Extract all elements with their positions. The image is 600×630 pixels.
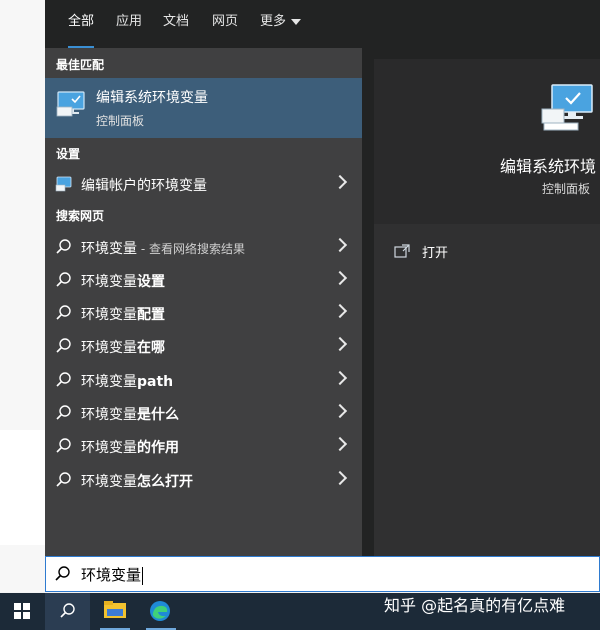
search-input[interactable]: 环境变量 <box>45 556 600 592</box>
web-item-suffix: 在哪 <box>137 340 165 356</box>
web-item-suffix: 配置 <box>137 307 165 323</box>
settings-item-label: 编辑帐户的环境变量 <box>81 178 207 194</box>
results-list: 最佳匹配 编辑系统环境变量 控制面板 设置 编辑帐户的环境变量 搜索网页 环境变… <box>45 48 362 556</box>
search-input-value: 环境变量 <box>81 564 144 585</box>
best-match-item[interactable]: 编辑系统环境变量 控制面板 <box>45 78 362 138</box>
search-icon <box>55 238 73 256</box>
chevron-down-icon <box>291 18 302 25</box>
watermark-text: 知乎 @起名真的有亿点难 <box>384 596 566 615</box>
detail-subtitle: 控制面板 <box>542 182 591 196</box>
windows-logo-icon <box>14 603 30 619</box>
web-item[interactable]: 环境变量path <box>45 363 362 396</box>
edge-browser-button[interactable] <box>138 593 183 630</box>
best-match-title: 编辑系统环境变量 <box>96 90 208 106</box>
taskbar: 知乎 @起名真的有亿点难 <box>0 593 600 630</box>
web-item-suffix: 怎么打开 <box>137 474 193 490</box>
detail-pane: 编辑系统环境 控制面板 打开 <box>374 59 600 556</box>
web-item-query: 环境变量 <box>81 374 137 390</box>
search-icon <box>55 371 73 389</box>
web-item-query: 环境变量 <box>81 340 137 356</box>
web-item[interactable]: 环境变量 - 查看网络搜索结果 <box>45 230 362 263</box>
detail-title: 编辑系统环境 <box>500 157 597 176</box>
web-item[interactable]: 环境变量的作用 <box>45 429 362 462</box>
search-tabs: 全部 应用 文档 网页 更多 <box>45 0 600 49</box>
web-item-query: 环境变量 <box>81 440 137 456</box>
chevron-right-icon <box>332 370 348 386</box>
open-icon <box>394 243 410 262</box>
search-icon <box>55 271 73 289</box>
web-item-suffix: 设置 <box>137 274 165 290</box>
web-item-hint: - 查看网络搜索结果 <box>137 242 245 256</box>
chevron-right-icon <box>332 436 348 452</box>
search-panel: 全部 应用 文档 网页 更多 最佳匹配 编辑系统环境变量 控制面板 设置 编辑帐… <box>45 0 600 556</box>
web-item-suffix: 是什么 <box>137 407 179 423</box>
web-item-query: 环境变量 <box>81 274 137 290</box>
monitor-settings-icon <box>55 175 73 193</box>
background-window-white-area <box>0 430 45 545</box>
tab-web[interactable]: 网页 <box>212 0 238 46</box>
chevron-right-icon <box>332 270 348 286</box>
search-input-text: 环境变量 <box>81 566 142 584</box>
web-item-query: 环境变量 <box>81 407 137 423</box>
file-explorer-button[interactable] <box>92 593 137 630</box>
open-label: 打开 <box>422 246 449 261</box>
tab-apps[interactable]: 应用 <box>116 0 142 46</box>
web-item-query: 环境变量 <box>81 307 137 323</box>
web-item-query: 环境变量 <box>81 241 137 257</box>
search-icon <box>55 471 73 489</box>
web-item-label: 环境变量path <box>81 371 173 391</box>
web-item-label: 环境变量是什么 <box>81 404 179 424</box>
background-window <box>0 0 45 592</box>
web-item-suffix: 的作用 <box>137 440 179 456</box>
section-best-match: 最佳匹配 <box>56 58 105 72</box>
edge-icon <box>150 601 170 621</box>
web-item[interactable]: 环境变量设置 <box>45 263 362 296</box>
tab-more-label: 更多 <box>260 14 287 29</box>
search-icon <box>60 603 75 618</box>
tab-all[interactable]: 全部 <box>68 0 95 49</box>
web-item-query: 环境变量 <box>81 474 137 490</box>
taskbar-search-button[interactable] <box>45 593 90 630</box>
search-icon <box>55 337 73 355</box>
web-item-label: 环境变量 - 查看网络搜索结果 <box>81 238 245 258</box>
web-item-label: 环境变量怎么打开 <box>81 471 193 491</box>
monitor-settings-icon <box>540 83 596 139</box>
search-icon <box>55 404 73 422</box>
web-item-label: 环境变量的作用 <box>81 437 179 457</box>
search-icon <box>54 565 72 587</box>
chevron-right-icon <box>332 403 348 419</box>
settings-item-edit-account-env[interactable]: 编辑帐户的环境变量 <box>45 167 362 200</box>
section-web: 搜索网页 <box>56 209 105 223</box>
chevron-right-icon <box>332 336 348 352</box>
chevron-right-icon <box>332 237 348 253</box>
search-icon <box>55 437 73 455</box>
chevron-right-icon <box>332 174 348 190</box>
chevron-right-icon <box>332 303 348 319</box>
web-item-label: 环境变量在哪 <box>81 337 165 357</box>
open-action[interactable]: 打开 <box>394 239 494 263</box>
chevron-right-icon <box>332 470 348 486</box>
web-item[interactable]: 环境变量在哪 <box>45 329 362 362</box>
folder-icon <box>104 601 126 618</box>
section-settings: 设置 <box>56 147 81 161</box>
web-item-label: 环境变量设置 <box>81 271 165 291</box>
monitor-settings-icon <box>55 88 87 124</box>
search-icon <box>55 304 73 322</box>
tab-documents[interactable]: 文档 <box>163 0 189 46</box>
tab-more[interactable]: 更多 <box>260 0 302 46</box>
web-item-label: 环境变量配置 <box>81 304 165 324</box>
best-match-subtitle: 控制面板 <box>96 114 145 128</box>
web-item-suffix: path <box>137 374 174 390</box>
web-item[interactable]: 环境变量是什么 <box>45 396 362 429</box>
web-item[interactable]: 环境变量配置 <box>45 296 362 329</box>
web-item[interactable]: 环境变量怎么打开 <box>45 463 362 496</box>
text-cursor <box>142 566 144 585</box>
start-button[interactable] <box>0 593 45 630</box>
